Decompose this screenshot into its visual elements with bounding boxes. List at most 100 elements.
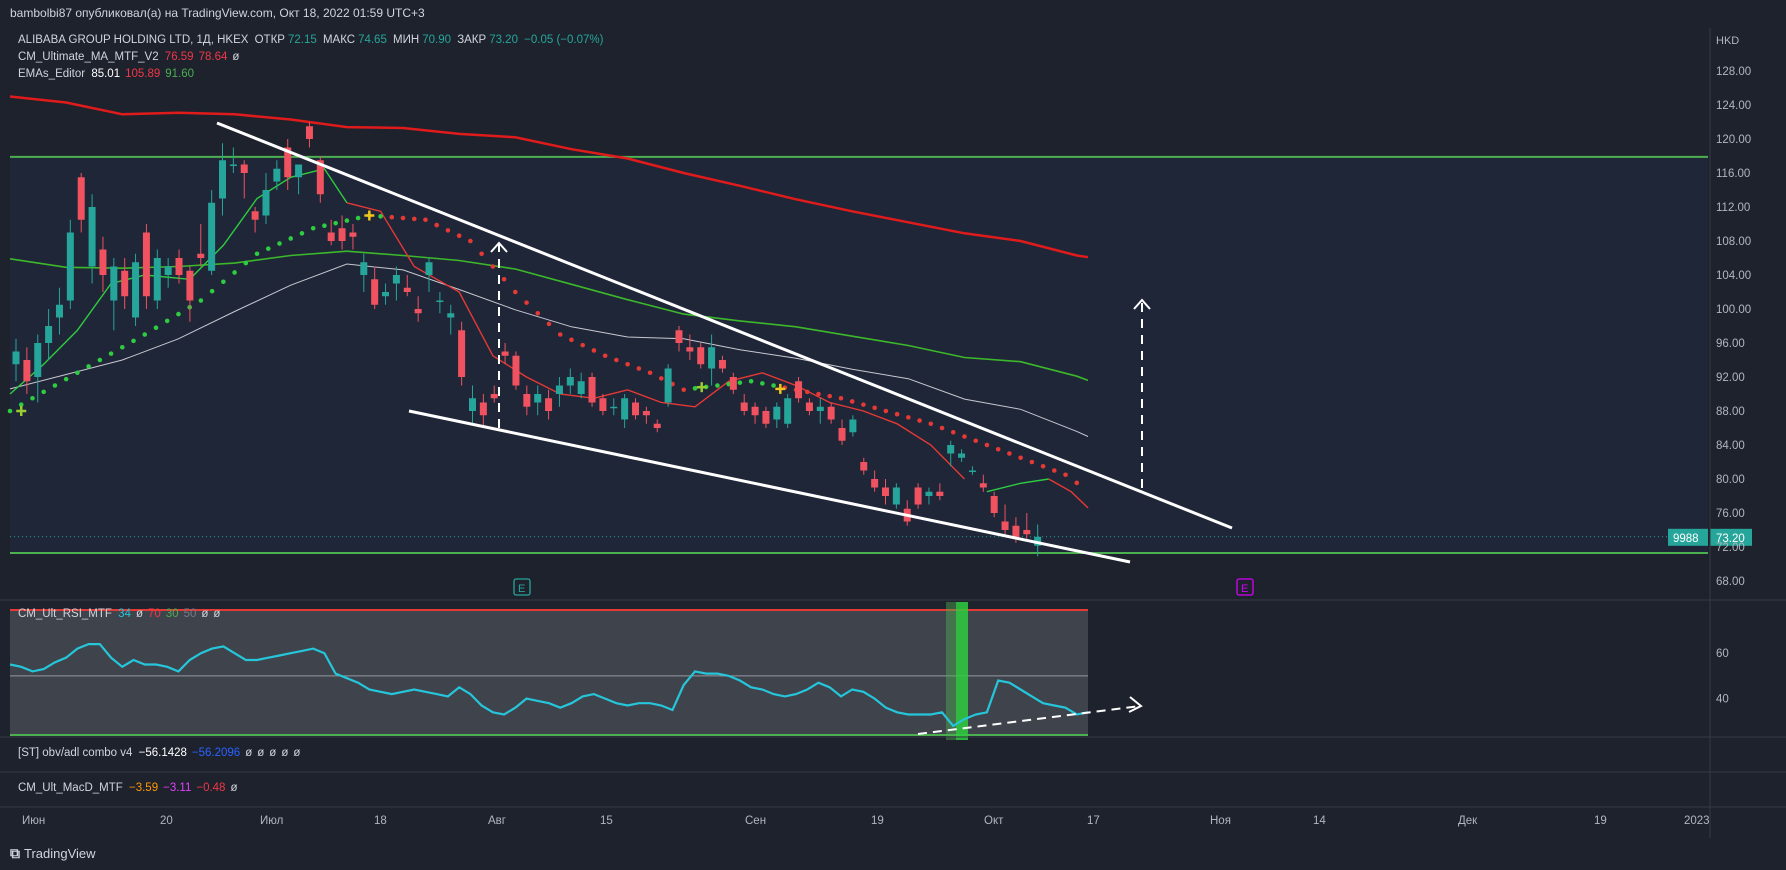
indicator-value: −56.2096 [191,747,241,759]
ma-slow-dot [221,279,226,285]
close-value: 73.20 [489,34,518,46]
price-tick-label: 128.00 [1716,66,1751,78]
ma-slow-dot [490,264,496,269]
ma-slow-dot [939,425,945,431]
candle-body [653,423,661,428]
price-chart[interactable]: 9988 73.20 E E 128.00 124.00 120.00 116.00 112.… [0,28,1786,838]
candle-body [360,262,368,275]
ma-slow-dot [400,215,406,221]
ma-slow-dot [142,332,148,337]
ma-slow-dot [614,357,619,363]
ma-slow-dot [277,241,282,246]
candle-body [697,347,705,365]
candle-body [164,266,172,275]
indicator-name: EMAs_Editor [18,68,86,80]
indicator-legend-ema[interactable]: EMAs_Editor 85.01 105.89 91.60 [18,68,202,80]
candle-body [371,279,379,305]
candle-body [458,330,466,377]
rsi-legend[interactable]: CM_Ult_RSI_MTF 34 ø 70 30 50 ø ø [18,608,228,620]
ma-slow-dot [580,342,585,348]
candle-body [66,232,74,301]
ma-slow-dot [479,251,484,257]
ma-slow-dot [1007,451,1012,456]
ma-slow-dot [209,288,215,294]
candle-body [208,202,216,271]
indicator-legend-ma[interactable]: CM_Ultimate_MA_MTF_V2 76.59 78.64 ø [18,51,247,63]
ma-slow-dot [265,246,271,251]
indicator-value: −0.48 [196,782,226,794]
price-tick-label: 80.00 [1716,474,1745,486]
ma-slow-dot [816,391,821,397]
candle-body [751,406,759,416]
indicator-value: ø [201,608,209,620]
high-value: 74.65 [358,34,387,46]
candle-body [414,309,422,314]
ma-slow-dot [535,310,541,316]
price-tick-label: 104.00 [1716,270,1751,282]
ma-slow-dot [355,215,361,221]
candle-body [914,487,922,505]
ma-slow-dot [97,357,103,363]
indicator-value: ø [293,747,301,759]
ma-slow-dot [322,223,327,228]
candle-body [849,419,857,433]
indicator-value: −3.59 [129,782,159,794]
ma-slow-dot [1063,472,1068,478]
ma-slow-dot [883,408,889,414]
candle-body [110,266,118,301]
candle-body [555,385,563,394]
ma-slow-dot [557,332,563,337]
indicator-value: ø [245,747,253,759]
price-tick-label: 96.00 [1716,338,1745,350]
candle-body [534,394,542,403]
currency-label: HKD [1716,35,1739,47]
ma-slow-dot [513,289,518,295]
ma-slow-dot [647,370,653,376]
candle-body [23,360,31,382]
change-value: −0.05 (−0.07%) [524,34,604,46]
ma-slow-dot [973,438,979,444]
candle-body [175,258,183,275]
ma-slow-dot [333,220,338,226]
indicator-values: −56.1428 −56.2096 ø ø ø ø ø [139,747,306,759]
candle-body [784,398,792,424]
indicator-value: 76.59 [164,51,194,63]
candle-body [610,406,618,409]
open-label: ОТКР [254,34,285,46]
macd-legend[interactable]: CM_Ult_MacD_MTF −3.59 −3.11 −0.48 ø [18,782,246,794]
candle-body [153,258,161,301]
candle-body [871,479,879,488]
ma-slow-dot [771,383,776,388]
time-tick-label: 17 [1087,815,1100,827]
indicator-value: 91.60 [165,68,195,80]
candle-body [805,402,813,411]
price-tick-label: 120.00 [1716,134,1751,146]
time-tick-label: Дек [1458,815,1478,827]
candle-body [947,445,955,454]
ma-slow-dot [546,321,552,327]
ma-slow-dot [456,233,462,238]
candle-body [675,330,683,343]
time-tick-label: Окт [984,815,1004,827]
ma-slow-dot [468,238,473,244]
candle-body [45,326,53,343]
candle-body [990,496,998,513]
indicator-name: [ST] obv/adl combo v4 [18,747,133,759]
candle-body [827,406,835,420]
candle-body [436,300,444,302]
ma-slow-dot [411,216,417,222]
candle-body [925,491,933,496]
indicator-values: 76.59 78.64 ø [165,51,245,63]
ma-slow-dot [131,338,136,344]
ma-slow-dot [602,353,608,359]
candle-body [773,406,781,420]
candle-body [545,398,553,411]
ma-slow-dot [861,402,866,407]
chart-frame[interactable]: 9988 73.20 E E 128.00 124.00 120.00 116.00 112.… [0,28,1786,838]
tradingview-brand[interactable]: ⧉ TradingView [10,845,96,862]
candle-body [403,287,411,292]
obv-legend[interactable]: [ST] obv/adl combo v4 −56.1428 −56.2096 ø ø… [18,747,308,759]
ma-slow-dot [164,318,170,324]
indicator-value: ø [257,747,265,759]
candle-body [795,381,803,399]
